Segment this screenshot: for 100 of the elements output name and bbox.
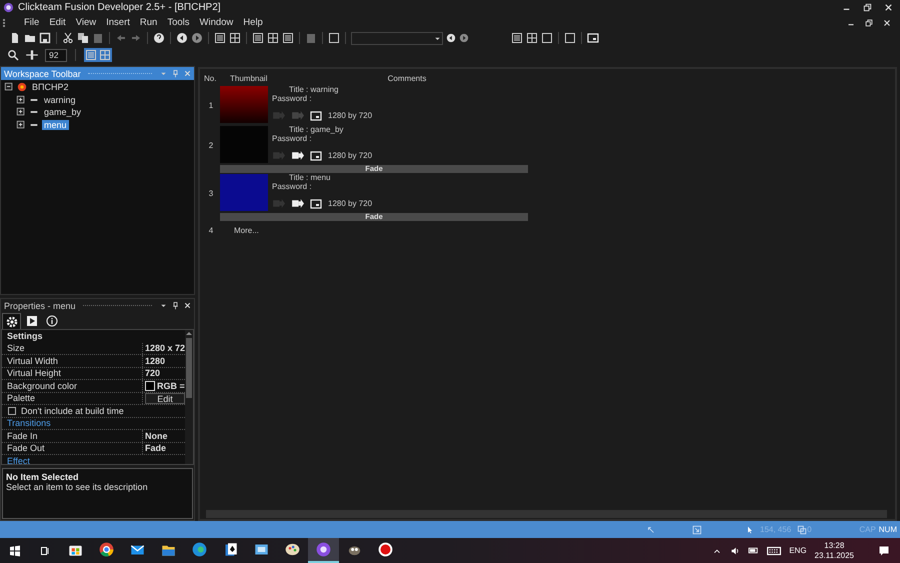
screen-icon[interactable]	[587, 32, 599, 44]
frame-password: Password :	[272, 182, 313, 191]
clock-time[interactable]: 13:28	[824, 540, 844, 550]
property-value[interactable]: None	[143, 430, 185, 442]
settings-tab[interactable]	[2, 313, 21, 329]
new-file-icon[interactable]	[9, 32, 21, 44]
column-header[interactable]: No.	[202, 74, 226, 82]
notifications-icon[interactable]	[878, 544, 890, 556]
tree-item[interactable]: warning	[42, 94, 78, 105]
help-icon[interactable]	[153, 32, 165, 44]
battery-icon[interactable]	[748, 545, 760, 556]
property-value[interactable]: Fade	[143, 442, 185, 454]
key-indicator: CAP	[859, 525, 876, 534]
back-icon[interactable]	[176, 32, 188, 44]
start-icon[interactable]	[9, 544, 21, 556]
close-button[interactable]	[882, 18, 892, 28]
checkbox[interactable]	[8, 406, 16, 415]
speaker-icon[interactable]	[730, 546, 740, 556]
zoom-field[interactable]: 92	[45, 48, 67, 62]
pin-icon[interactable]	[171, 301, 180, 310]
record-icon	[378, 542, 393, 557]
list-view-icon[interactable]	[214, 32, 226, 44]
undo-icon[interactable]	[115, 32, 127, 44]
collapse-icon[interactable]	[4, 82, 14, 92]
description-title: No Item Selected	[6, 472, 80, 482]
close-icon[interactable]	[183, 301, 192, 310]
browser-icon	[99, 542, 114, 557]
section-heading: Transitions	[7, 418, 51, 428]
menubar-entry[interactable]: Window	[194, 17, 238, 28]
property-value[interactable]: RGB =	[157, 380, 185, 391]
layout-icon[interactable]	[511, 32, 523, 44]
frame-size-icon[interactable]	[310, 150, 322, 162]
restore-button[interactable]	[864, 18, 874, 28]
fade-out-icon[interactable]	[291, 149, 304, 162]
open-folder-icon[interactable]	[24, 32, 36, 44]
palette-icon	[285, 542, 300, 557]
frame-size-icon[interactable]	[310, 198, 322, 210]
menubar-entry[interactable]: View	[70, 17, 102, 28]
panel-icon[interactable]	[252, 32, 264, 44]
menubar-entry[interactable]: Help	[238, 17, 268, 28]
tree-item[interactable]: menu	[42, 120, 69, 130]
slider-icon[interactable]	[25, 48, 39, 62]
scroll-up-icon[interactable]	[186, 331, 192, 335]
tree-item[interactable]: game_by	[42, 107, 84, 118]
tool-icon[interactable]	[328, 32, 340, 44]
menubar-entry[interactable]: Edit	[44, 17, 71, 28]
app-icon	[3, 2, 14, 13]
info-icon	[46, 315, 58, 327]
save-icon[interactable]	[39, 32, 51, 44]
task-view-icon[interactable]	[39, 544, 51, 556]
column-header[interactable]: Comments	[286, 74, 528, 82]
property-label: Fade Out	[2, 442, 143, 454]
more-link[interactable]: More...	[220, 226, 259, 234]
property-value[interactable]: 1280 x 72	[143, 342, 185, 354]
cursor-coordinates: 154, 456	[760, 525, 792, 534]
property-value[interactable]: 1280	[143, 355, 185, 366]
back-icon[interactable]	[446, 33, 456, 43]
layout-icon[interactable]	[526, 32, 538, 44]
menubar-entry[interactable]: Insert	[101, 17, 135, 28]
settings-icon	[6, 316, 18, 328]
expand-icon[interactable]	[16, 107, 26, 118]
grid-icon[interactable]	[267, 32, 279, 44]
expand-icon[interactable]	[16, 120, 26, 130]
frame-icon[interactable]	[564, 32, 576, 44]
browser-icon	[192, 542, 207, 557]
color-swatch[interactable]	[145, 380, 155, 391]
clock-date[interactable]: 23.11.2025	[814, 550, 854, 560]
frame-thumbnail[interactable]	[220, 174, 268, 211]
language-indicator[interactable]: ENG	[789, 546, 807, 555]
frame-size-icon[interactable]	[310, 110, 322, 122]
restore-button[interactable]	[862, 2, 873, 13]
copy-icon[interactable]	[77, 32, 89, 44]
app-icon	[316, 542, 331, 557]
property-value[interactable]: 720	[143, 368, 185, 379]
edit-button[interactable]: Edit	[145, 392, 185, 404]
column-header[interactable]: Thumbnail	[226, 74, 286, 82]
scrollbar[interactable]	[185, 330, 193, 464]
cut-icon[interactable]	[62, 32, 74, 44]
taskbar-app[interactable]	[308, 538, 339, 563]
redo-icon[interactable]	[130, 32, 142, 44]
expand-icon[interactable]	[16, 94, 26, 105]
forward-icon[interactable]	[459, 33, 469, 43]
view-icon[interactable]	[85, 49, 97, 61]
rows-icon[interactable]	[282, 32, 294, 44]
frame-title: Title : warning	[288, 85, 340, 94]
screen-icon	[254, 542, 269, 557]
checkbox-label: Don't include at build time	[21, 406, 124, 416]
frame-size: 1280 by 720	[328, 199, 372, 208]
frame-icon[interactable]	[541, 32, 553, 44]
tree-item[interactable]: ВПСНР2	[30, 82, 70, 92]
search-icon[interactable]	[7, 49, 19, 61]
menubar-entry[interactable]: Tools	[162, 17, 194, 28]
forward-icon[interactable]	[191, 32, 203, 44]
menubar-entry[interactable]: Run	[134, 17, 162, 28]
frame-thumbnail[interactable]	[220, 86, 268, 123]
fade-out-icon[interactable]	[291, 197, 304, 210]
menubar-entry[interactable]: File	[19, 17, 44, 28]
close-button[interactable]	[883, 2, 894, 13]
grid-view-icon[interactable]	[229, 32, 241, 44]
section-heading: Effect	[7, 456, 30, 464]
